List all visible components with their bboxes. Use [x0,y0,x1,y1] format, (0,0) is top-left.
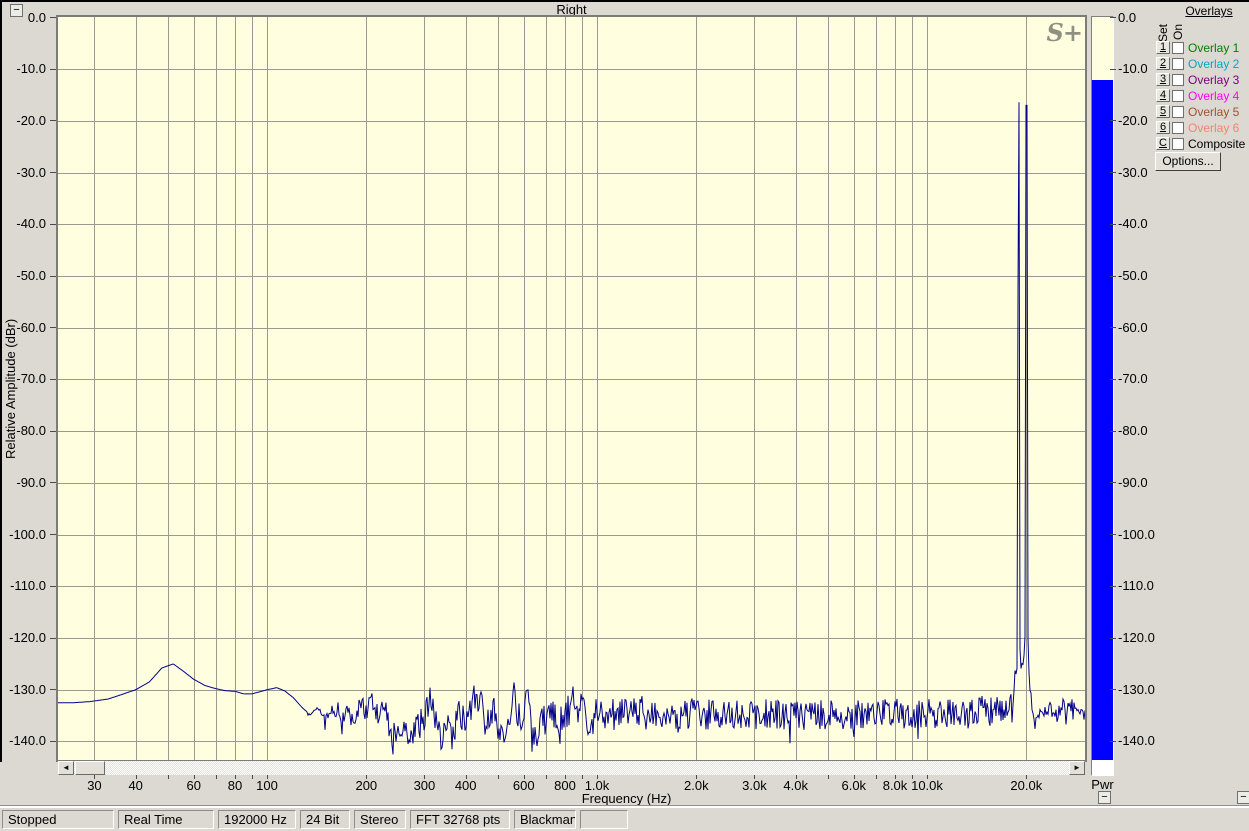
y-tick-label: -40.0 [1118,216,1148,232]
status-bar: Stopped Real Time 192000 Hz 24 Bit Stereo FFT… [0,806,1249,831]
power-meter-fill [1092,80,1113,760]
status-panel-blackman: Blackman [514,810,576,829]
status-panel-stopped: Stopped [2,810,114,829]
y-tick-mark [1110,172,1116,174]
y-tick-label: -100.0 [9,526,46,542]
y-tick-mark [1110,482,1116,484]
y-tick-mark [1110,637,1116,639]
overlay-set-button-2[interactable]: 2 [1156,57,1170,70]
spectraplus-logo: S+ [1046,18,1083,47]
y-tick-label: -50.0 [1118,268,1148,284]
overlay-set-button-1[interactable]: 1 [1156,41,1170,54]
x-tick-mark [498,775,499,779]
y-tick-label: -120.0 [1118,630,1155,646]
y-tick-mark [1110,275,1116,277]
overlay-label-6: Overlay 6 [1188,121,1240,135]
plot-canvas[interactable] [58,17,1085,760]
y-tick-mark [1110,17,1116,18]
y-tick-label: -60.0 [1118,319,1148,335]
overlay-label-2: Overlay 2 [1188,57,1240,71]
status-panel-real-time: Real Time [118,810,214,829]
overlay-set-button-4[interactable]: 4 [1156,89,1170,102]
y-tick-mark [1110,534,1116,536]
overlays-set-column-header: Set [1156,23,1170,42]
y-tick-label: -40.0 [16,216,46,232]
x-tick-mark [168,775,169,779]
plot-frame [56,15,1087,762]
status-panel-empty [580,810,628,829]
y-tick-label: -140.0 [1118,733,1155,749]
y-tick-mark [1110,430,1116,432]
y-tick-label: -140.0 [9,733,46,749]
y-tick-label: -130.0 [1118,681,1155,697]
y-tick-label: -70.0 [16,371,46,387]
overlay-label-4: Overlay 4 [1188,89,1240,103]
y-tick-label: -120.0 [9,630,46,646]
overlay-set-button-5[interactable]: 5 [1156,105,1170,118]
y-tick-label: -60.0 [16,319,46,335]
y-tick-label: -70.0 [1118,371,1148,387]
y-tick-mark [1110,585,1116,587]
scroll-left-button[interactable]: ◄ [58,761,74,775]
overlay-label-1: Overlay 1 [1188,41,1240,55]
spectrum-trace [58,102,1085,755]
y-tick-label: -50.0 [16,268,46,284]
y-tick-mark [1110,68,1116,70]
frequency-scrollbar[interactable]: ◄ ► [58,761,1085,775]
y-tick-mark [1110,327,1116,329]
overlay-on-checkbox-6[interactable] [1172,122,1184,134]
y-tick-label: -110.0 [10,578,46,594]
y-tick-mark [1110,120,1116,122]
overlays-on-column-header: On [1171,23,1185,40]
scroll-thumb[interactable] [75,761,105,775]
y-tick-label: -90.0 [1118,474,1148,490]
scroll-right-button[interactable]: ► [1069,761,1085,775]
power-meter-label: Pwr [1091,777,1114,792]
overlay-on-checkbox-3[interactable] [1172,74,1184,86]
status-panel-24-bit: 24 Bit [300,810,350,829]
overlay-on-checkbox-2[interactable] [1172,58,1184,70]
overlay-label-C: Composite [1188,137,1246,151]
power-meter [1091,16,1114,776]
y-tick-mark [1110,378,1116,380]
y-tick-mark [1110,223,1116,225]
y-tick-label: -30.0 [16,164,46,180]
y-tick-mark [1110,740,1116,742]
overlays-options-button[interactable]: Options... [1155,152,1221,171]
overlay-set-button-6[interactable]: 6 [1156,121,1170,134]
x-axis-label: Frequency (Hz) [581,791,672,806]
overlay-label-5: Overlay 5 [1188,105,1240,119]
status-panel-192000-hz: 192000 Hz [218,810,296,829]
y-tick-label: -80.0 [16,423,46,439]
y-tick-label: -100.0 [1118,526,1155,542]
y-axis-label: Relative Amplitude (dBr) [3,318,18,459]
y-tick-label: -90.0 [16,474,46,490]
collapse-overlays-button[interactable]: − [1237,791,1249,804]
y-tick-mark [1110,689,1116,691]
overlay-on-checkbox-4[interactable] [1172,90,1184,102]
y-tick-label: -10.0 [16,61,46,77]
y-tick-label: -110.0 [1118,578,1154,594]
y-tick-label: -20.0 [16,112,46,128]
power-meter-headroom [1092,17,1113,80]
status-panel-stereo: Stereo [354,810,406,829]
y-tick-label: -130.0 [9,681,46,697]
y-tick-label: -80.0 [1118,423,1148,439]
overlay-on-checkbox-5[interactable] [1172,106,1184,118]
overlay-set-button-C[interactable]: C [1156,137,1170,150]
y-tick-label: 0.0 [27,9,46,25]
status-panel-fft-32768-pts: FFT 32768 pts [410,810,510,829]
collapse-power-meter-button[interactable]: − [1098,791,1111,804]
x-tick-mark [828,775,829,779]
overlay-on-checkbox-C[interactable] [1172,138,1184,150]
overlay-on-checkbox-1[interactable] [1172,42,1184,54]
overlay-label-3: Overlay 3 [1188,73,1240,87]
overlay-set-button-3[interactable]: 3 [1156,73,1170,86]
